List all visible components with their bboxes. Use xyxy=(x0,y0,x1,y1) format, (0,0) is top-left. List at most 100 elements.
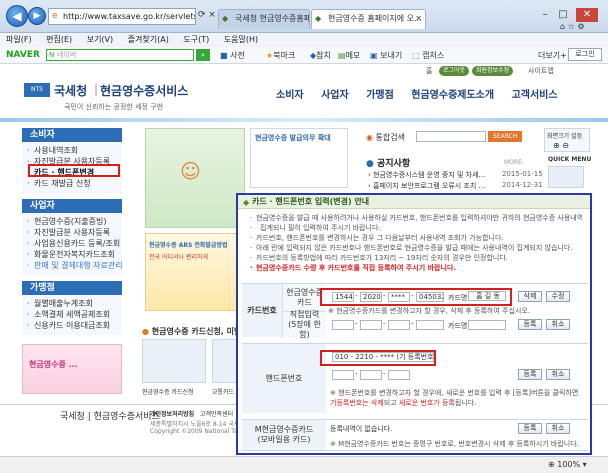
lnb-monthly-sales[interactable]: 월별매출누계조회 xyxy=(22,298,122,309)
capture-icon: ⬚ xyxy=(412,51,420,60)
service-name[interactable]: 현금영수증서비스 xyxy=(100,82,188,99)
mcard-status: 등록내역이 없습니다. xyxy=(330,425,393,433)
notice-title[interactable]: ● 공지사항 xyxy=(366,156,410,169)
naver-memo[interactable]: ▤메모 xyxy=(338,50,360,61)
menu-edit[interactable]: 편집(E) xyxy=(46,35,72,44)
naver-chamchi[interactable]: ◆참치 xyxy=(310,50,331,61)
highlight-phone-number xyxy=(320,350,436,366)
site-search-button[interactable]: SEARCH xyxy=(488,131,522,142)
lnb-consumer-title[interactable]: 소비자 xyxy=(22,128,122,142)
direct-cancel-button[interactable]: 취소 xyxy=(546,319,570,330)
tab-close-icon[interactable]: ✕ xyxy=(415,10,422,28)
quick-menu-icon[interactable] xyxy=(548,166,584,188)
lnb-biz-sales[interactable]: 판매 및 결제대행 자료관리 xyxy=(22,260,123,271)
menu-favorites[interactable]: 즐겨찾기(A) xyxy=(128,35,169,44)
direct-part-1[interactable] xyxy=(332,320,354,330)
notice-item[interactable]: › 현금영수증시스템 운영 중지 및 차세... xyxy=(368,170,485,180)
direct-part-2[interactable] xyxy=(360,320,382,330)
note-item: 현금영수증을 발급 때 사용하려거나 사용하실 카드번호, 핸드폰번호를 입력하… xyxy=(250,213,582,223)
character-banner[interactable]: ☺ xyxy=(145,128,245,228)
lnb-biz-cargo[interactable]: 화물운전자복지카드조회 xyxy=(22,249,122,260)
phone-label: 핸드폰번호 xyxy=(242,344,326,413)
phone-register-button[interactable]: 등록 xyxy=(518,369,542,380)
phone-part-2[interactable] xyxy=(360,370,382,380)
lnb-business-title[interactable]: 사업자 xyxy=(22,199,122,213)
send-icon: ▣ xyxy=(370,51,378,60)
card-modify-button[interactable]: 수정 xyxy=(546,291,570,302)
home-link[interactable]: 홈 xyxy=(426,66,432,76)
close-button[interactable]: ✕ xyxy=(576,8,598,22)
phone-part-1[interactable] xyxy=(332,370,354,380)
ars-banner[interactable]: 현금영수증 ARS 전화발급방법 전국 어디서나 편리하게 xyxy=(145,233,241,311)
forward-button[interactable]: ▶ xyxy=(28,7,46,25)
customer-center-link[interactable]: 고객만족센터 xyxy=(200,409,233,418)
zoom-control[interactable]: ⊕ 100% ▾ xyxy=(548,460,587,469)
tab-2[interactable]: ◆ 현금영수증 홈페이지에 오... ✕ xyxy=(311,9,426,29)
tab-1[interactable]: ◆ 국세청 현금영수증홈페이지 - xyxy=(218,9,310,29)
menu-file[interactable]: 파일(F) xyxy=(6,35,32,44)
issuance-duty-banner[interactable]: 현금영수증 발급의무 확대 xyxy=(250,128,348,188)
global-nav: 소비자 사업자 가맹점 현금영수증제도소개 고객서비스 xyxy=(276,86,572,101)
maximize-button[interactable]: □ xyxy=(556,8,570,22)
minimize-button[interactable]: – xyxy=(538,8,552,22)
logout-link[interactable]: 로그아웃 xyxy=(439,66,470,76)
card-delete-button[interactable]: 삭제 xyxy=(518,291,542,302)
naver-n-icon: N xyxy=(49,51,55,59)
browser-titlebar: ◀ ▶ e http://www.taxsave.go.kr/servlets … xyxy=(0,0,608,33)
naver-capture[interactable]: ⬚ 캡처스 xyxy=(412,50,444,61)
naver-dictionary[interactable]: ■ 사전 xyxy=(220,50,245,61)
lnb-merchant-title[interactable]: 가맹점 xyxy=(22,281,122,295)
thumb-card-apply-label[interactable]: 현금영수증 카드신청 xyxy=(142,387,194,396)
note-item: 카드번호, 핸드폰번호를 변경하시는 경우 그 다음날부터 사용내역 조회가 가… xyxy=(250,233,582,243)
direct-part-4[interactable] xyxy=(416,320,444,330)
lnb-card-reissue[interactable]: 카드 재발급 신청 xyxy=(22,178,122,189)
naver-search-input[interactable]: N 네이버 xyxy=(46,49,194,61)
site-search-input[interactable] xyxy=(416,131,486,142)
sitemap-link[interactable]: 사이트맵 xyxy=(528,66,554,76)
menu-help[interactable]: 도움말(H) xyxy=(224,35,258,44)
naver-login-button[interactable]: 로그인 xyxy=(568,48,602,61)
naver-bookmark[interactable]: ★북마크 xyxy=(266,50,295,61)
lnb-usage[interactable]: 사용내역조회 xyxy=(22,145,122,156)
phone-part-3[interactable] xyxy=(388,370,410,380)
naver-more[interactable]: 더보기+ xyxy=(538,50,567,61)
popup-title-icon: ◆ xyxy=(243,198,250,207)
direct-register-button[interactable]: 등록 xyxy=(518,319,542,330)
gnb-service[interactable]: 고객서비스 xyxy=(512,90,558,101)
footer-logo: 국세청 | 현금영수증서비스 xyxy=(60,412,160,422)
lnb-small-tax[interactable]: 소액결제 세액공제조회 xyxy=(22,309,122,320)
left-promo-banner[interactable]: 현금영수증 ... xyxy=(22,344,122,394)
phone-cancel-button[interactable]: 취소 xyxy=(546,369,570,380)
direct-part-3[interactable] xyxy=(388,320,410,330)
lnb-biz-card[interactable]: 사업용신용카드 등록/조회 xyxy=(22,238,122,249)
ars-subtitle: 전국 어디서나 편리하게 xyxy=(149,254,209,261)
gnb-merchant[interactable]: 가맹점 xyxy=(366,90,394,101)
address-bar[interactable]: e http://www.taxsave.go.kr/servlets xyxy=(48,8,196,25)
lnb-biz-self-issue[interactable]: 자진발급분 사용자등록 xyxy=(22,227,122,238)
screen-size-widget[interactable]: 화면크기 설정 ⊕ ⊖ xyxy=(544,128,590,152)
mcard-cancel-button[interactable]: 취소 xyxy=(546,423,570,434)
lnb-credit-card[interactable]: 신용카드 이용대금조회 xyxy=(22,320,122,331)
privacy-link[interactable]: 개인정보처리방침 xyxy=(150,409,194,418)
search-icon[interactable]: ⌕ xyxy=(196,49,210,61)
notice-more-link[interactable]: MORE xyxy=(504,159,522,166)
notice-item[interactable]: › 홈페이지 보안프로그램 오류시 조치 ... xyxy=(368,181,485,191)
menu-tools[interactable]: 도구(T) xyxy=(183,35,209,44)
mcard-register-button[interactable]: 등록 xyxy=(518,423,542,434)
back-button[interactable]: ◀ xyxy=(6,5,28,27)
direct-card-name-input[interactable] xyxy=(468,320,506,330)
naver-send[interactable]: ▣ 보내기 xyxy=(370,50,402,61)
notice-icon: ● xyxy=(366,159,374,169)
lnb-biz-receipt[interactable]: 현금영수증(지출증빙) xyxy=(22,216,122,227)
thumb-card-apply[interactable] xyxy=(142,339,206,383)
member-edit-link[interactable]: 회원정보수정 xyxy=(472,66,514,76)
gnb-business[interactable]: 사업자 xyxy=(321,90,349,101)
gnb-intro[interactable]: 현금영수증제도소개 xyxy=(411,90,494,101)
home-star-gear-icons[interactable]: ⌂ ☆ ⚙ xyxy=(560,22,585,31)
refresh-icon[interactable]: ⟳ × xyxy=(198,10,216,20)
org-name[interactable]: 국세청 xyxy=(54,82,87,99)
menu-view[interactable]: 보기(V) xyxy=(87,35,113,44)
gnb-consumer[interactable]: 소비자 xyxy=(276,90,304,101)
zoom-buttons-icon[interactable]: ⊕ ⊖ xyxy=(553,141,569,150)
promo-text: 현금영수증 ... xyxy=(29,360,78,369)
